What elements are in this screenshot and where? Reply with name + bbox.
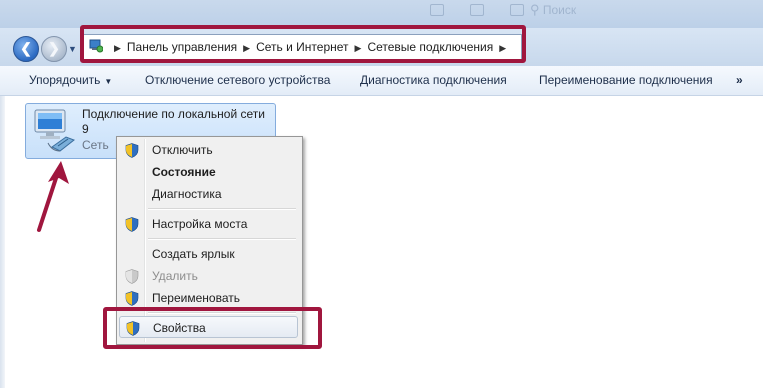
- menu-item-create-shortcut[interactable]: Создать ярлык: [119, 243, 298, 265]
- search-box-hint[interactable]: ⚲ Поиск: [530, 2, 763, 22]
- network-adapter-icon: [34, 109, 76, 152]
- menu-item-label: Настройка моста: [152, 217, 248, 231]
- annotation-highlight-properties: [103, 307, 322, 349]
- chevron-down-icon[interactable]: ▼: [68, 44, 77, 54]
- forward-button[interactable]: ❯: [41, 36, 67, 62]
- organize-button[interactable]: Упорядочить ▼: [29, 66, 112, 95]
- menu-item-rename[interactable]: Переименовать: [119, 287, 298, 309]
- menu-item-label: Удалить: [152, 269, 198, 283]
- diagnose-connection-button[interactable]: Диагностика подключения: [360, 66, 507, 95]
- menu-item-label: Отключить: [152, 143, 213, 157]
- menu-item-label: Создать ярлык: [152, 247, 235, 261]
- disable-device-button[interactable]: Отключение сетевого устройства: [145, 66, 330, 95]
- navigation-pane-edge: [0, 96, 5, 388]
- connection-name: Подключение по локальной сети 9: [82, 107, 265, 137]
- menu-item-label: Состояние: [152, 165, 216, 179]
- rename-connection-button[interactable]: Переименование подключения: [539, 66, 713, 95]
- annotation-arrow-icon: [37, 161, 69, 232]
- uac-shield-icon: [125, 269, 139, 284]
- forward-arrow-icon: ❯: [48, 40, 60, 56]
- uac-shield-icon: [125, 217, 139, 232]
- more-commands-button[interactable]: »: [736, 66, 743, 95]
- connection-status: Сеть: [82, 138, 109, 152]
- menu-item-label: Диагностика: [152, 187, 222, 201]
- menu-item-delete[interactable]: Удалить: [119, 265, 298, 287]
- menu-item-diagnose[interactable]: Диагностика: [119, 183, 298, 205]
- menu-item-bridge[interactable]: Настройка моста: [119, 213, 298, 235]
- back-button[interactable]: ❮: [13, 36, 39, 62]
- menu-item-label: Переименовать: [152, 291, 240, 305]
- back-arrow-icon: ❮: [20, 40, 32, 56]
- uac-shield-icon: [125, 143, 139, 158]
- menu-item-disconnect[interactable]: Отключить: [119, 139, 298, 161]
- menu-separator: [148, 208, 296, 210]
- command-bar: Упорядочить ▼ Отключение сетевого устройс…: [0, 66, 763, 96]
- connection-name-line1: Подключение по локальной сети: [82, 107, 265, 121]
- annotation-highlight-address: [80, 25, 526, 63]
- menu-separator: [148, 238, 296, 240]
- window-title-bar: ⚲ Поиск: [0, 0, 763, 28]
- chevron-down-icon: ▼: [104, 77, 113, 86]
- connection-name-line2: 9: [82, 122, 89, 136]
- uac-shield-icon: [125, 291, 139, 306]
- menu-item-status[interactable]: Состояние: [119, 161, 298, 183]
- organize-label: Упорядочить: [29, 73, 101, 87]
